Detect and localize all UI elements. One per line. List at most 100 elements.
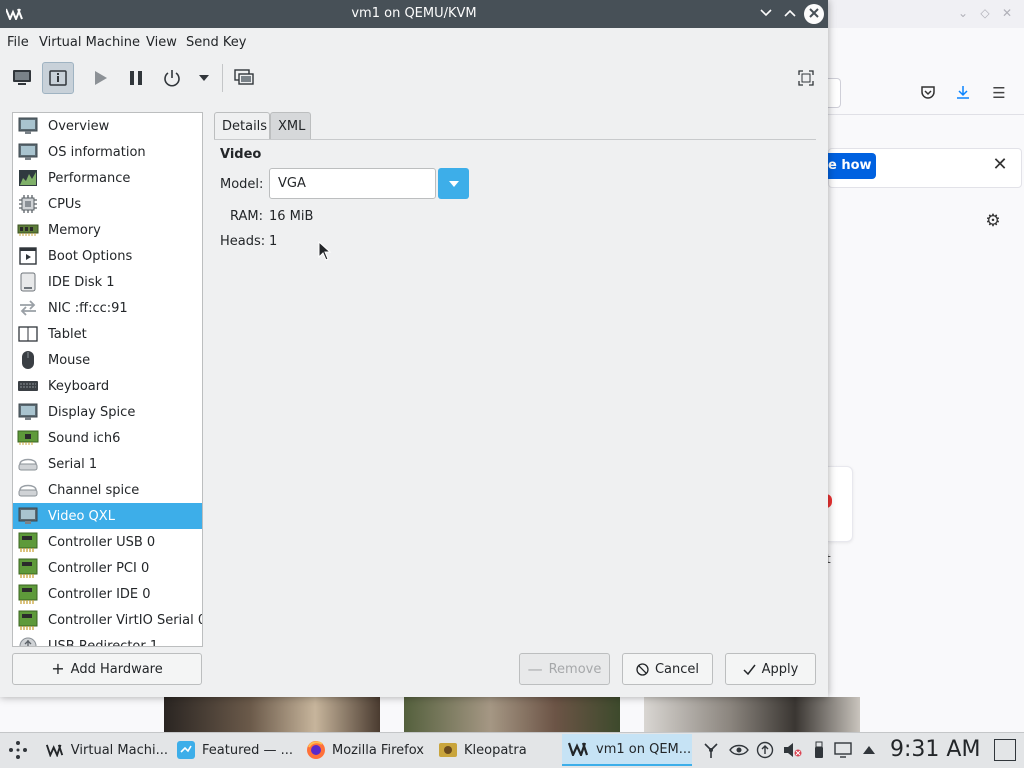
download-icon[interactable]: [954, 84, 972, 102]
cancel-icon: [636, 662, 649, 676]
controller-icon: [17, 532, 39, 552]
eye-icon[interactable]: [728, 740, 750, 760]
usb-icon: [17, 636, 39, 646]
model-combo-input[interactable]: VGA: [269, 168, 436, 199]
hardware-item-usb-redirector-1[interactable]: USB Redirector 1: [13, 633, 202, 646]
details-icon[interactable]: [42, 62, 74, 94]
network-tray-icon[interactable]: [702, 740, 720, 760]
hardware-item-mouse[interactable]: Mouse: [13, 347, 202, 373]
video-icon: [17, 506, 39, 526]
hardware-item-sound-ich6[interactable]: Sound ich6: [13, 425, 202, 451]
task-vm1-on-qemu[interactable]: vm1 on QEM...: [562, 734, 692, 766]
boot-icon: [17, 246, 39, 266]
thumbnail-image[interactable]: [644, 697, 860, 732]
firefox-titlebar: ⌄ ◇ ✕: [828, 0, 1024, 28]
task-kleopatra[interactable]: Kleopatra: [432, 734, 560, 766]
hardware-item-performance[interactable]: Performance: [13, 165, 202, 191]
hardware-item-ide-disk-1[interactable]: IDE Disk 1: [13, 269, 202, 295]
remove-button[interactable]: — Remove: [519, 653, 610, 685]
window-titlebar[interactable]: vm1 on QEMU/KVM: [0, 0, 828, 28]
plus-icon: +: [51, 659, 65, 678]
hardware-item-channel-spice[interactable]: Channel spice: [13, 477, 202, 503]
memory-icon: [17, 220, 39, 240]
vm-details-window: vm1 on QEMU/KVM File Virtual Machine Vie…: [0, 0, 828, 697]
usb-tray-icon[interactable]: [810, 740, 828, 760]
menu-view[interactable]: View: [146, 28, 177, 58]
hardware-item-tablet[interactable]: Tablet: [13, 321, 202, 347]
hardware-item-keyboard[interactable]: Keyboard: [13, 373, 202, 399]
hardware-item-overview[interactable]: Overview: [13, 113, 202, 139]
tablet-icon: [17, 324, 39, 344]
pocket-icon[interactable]: [919, 84, 937, 102]
controller-icon: [17, 610, 39, 630]
menubar: File Virtual Machine View Send Key: [0, 28, 828, 58]
serial-icon: [17, 454, 39, 474]
mouse-pointer-icon: [318, 241, 332, 261]
hardware-item-nic[interactable]: NIC :ff:cc:91: [13, 295, 202, 321]
play-icon[interactable]: [84, 62, 116, 94]
monitor-icon: [17, 116, 39, 136]
task-discover[interactable]: Featured — ...: [170, 734, 298, 766]
model-dropdown-button[interactable]: [438, 168, 469, 199]
kleopatra-icon: [439, 743, 457, 757]
minus-icon: —: [527, 660, 543, 678]
clock[interactable]: 9:31 AM: [890, 736, 980, 764]
apply-button[interactable]: Apply: [725, 653, 816, 685]
gear-icon[interactable]: ⚙: [983, 211, 1003, 231]
hardware-list[interactable]: Overview OS information Performance CPUs…: [12, 112, 203, 647]
dropdown-arrow-icon[interactable]: [190, 62, 218, 94]
display-tray-icon[interactable]: [834, 740, 852, 760]
hardware-item-display-spice[interactable]: Display Spice: [13, 399, 202, 425]
add-hardware-button[interactable]: + Add Hardware: [12, 653, 202, 685]
task-firefox[interactable]: Mozilla Firefox: [300, 734, 430, 766]
thumbnail-image[interactable]: [404, 697, 620, 732]
hardware-item-controller-ide-0[interactable]: Controller IDE 0: [13, 581, 202, 607]
menu-virtual-machine[interactable]: Virtual Machine: [39, 28, 140, 58]
volume-muted-icon[interactable]: [782, 740, 804, 760]
console-icon[interactable]: [6, 62, 38, 94]
show-desktop-button[interactable]: [994, 739, 1016, 761]
tab-details[interactable]: Details: [214, 112, 270, 139]
hardware-item-cpus[interactable]: CPUs: [13, 191, 202, 217]
hardware-item-memory[interactable]: Memory: [13, 217, 202, 243]
notice-button[interactable]: e how: [828, 153, 876, 179]
diamond-icon[interactable]: ◇: [978, 6, 992, 20]
hamburger-menu-icon[interactable]: ☰: [990, 84, 1008, 102]
thumbnail-image[interactable]: [164, 697, 380, 732]
hardware-item-boot-options[interactable]: Boot Options: [13, 243, 202, 269]
tray-expand-icon[interactable]: [860, 740, 878, 760]
tab-xml[interactable]: XML: [270, 112, 311, 139]
disk-icon: [17, 272, 39, 292]
hardware-item-controller-virtio-serial-0[interactable]: Controller VirtIO Serial 0: [13, 607, 202, 633]
display-icon: [17, 402, 39, 422]
hardware-item-serial-1[interactable]: Serial 1: [13, 451, 202, 477]
firefox-url-bar[interactable]: [828, 78, 841, 108]
menu-file[interactable]: File: [7, 28, 29, 58]
close-button[interactable]: [804, 4, 824, 24]
task-virtual-machine-manager[interactable]: Virtual Machi...: [40, 734, 168, 766]
chevron-down-icon[interactable]: ⌄: [956, 6, 970, 20]
hardware-item-os-information[interactable]: OS information: [13, 139, 202, 165]
channel-icon: [17, 480, 39, 500]
power-icon[interactable]: [156, 62, 188, 94]
close-icon[interactable]: ✕: [1000, 6, 1014, 20]
fullscreen-icon[interactable]: [790, 62, 822, 94]
hardware-item-controller-usb-0[interactable]: Controller USB 0: [13, 529, 202, 555]
pause-icon[interactable]: [120, 62, 152, 94]
firefox-card[interactable]: [828, 466, 853, 542]
menu-send-key[interactable]: Send Key: [186, 28, 246, 58]
app-launcher-icon[interactable]: [6, 738, 30, 762]
cancel-button[interactable]: Cancel: [622, 653, 713, 685]
hardware-item-video-qxl[interactable]: Video QXL: [13, 503, 202, 529]
cpu-icon: [17, 194, 39, 214]
section-title: Video: [220, 147, 262, 162]
checkmark-icon: [743, 664, 756, 675]
mouse-icon: [17, 350, 39, 370]
discover-icon: [177, 741, 195, 759]
minimize-button[interactable]: [756, 4, 776, 24]
maximize-button[interactable]: [780, 4, 800, 24]
update-icon[interactable]: [756, 740, 774, 760]
hardware-item-controller-pci-0[interactable]: Controller PCI 0: [13, 555, 202, 581]
close-icon[interactable]: ✕: [990, 155, 1010, 175]
snapshots-icon[interactable]: [228, 62, 260, 94]
